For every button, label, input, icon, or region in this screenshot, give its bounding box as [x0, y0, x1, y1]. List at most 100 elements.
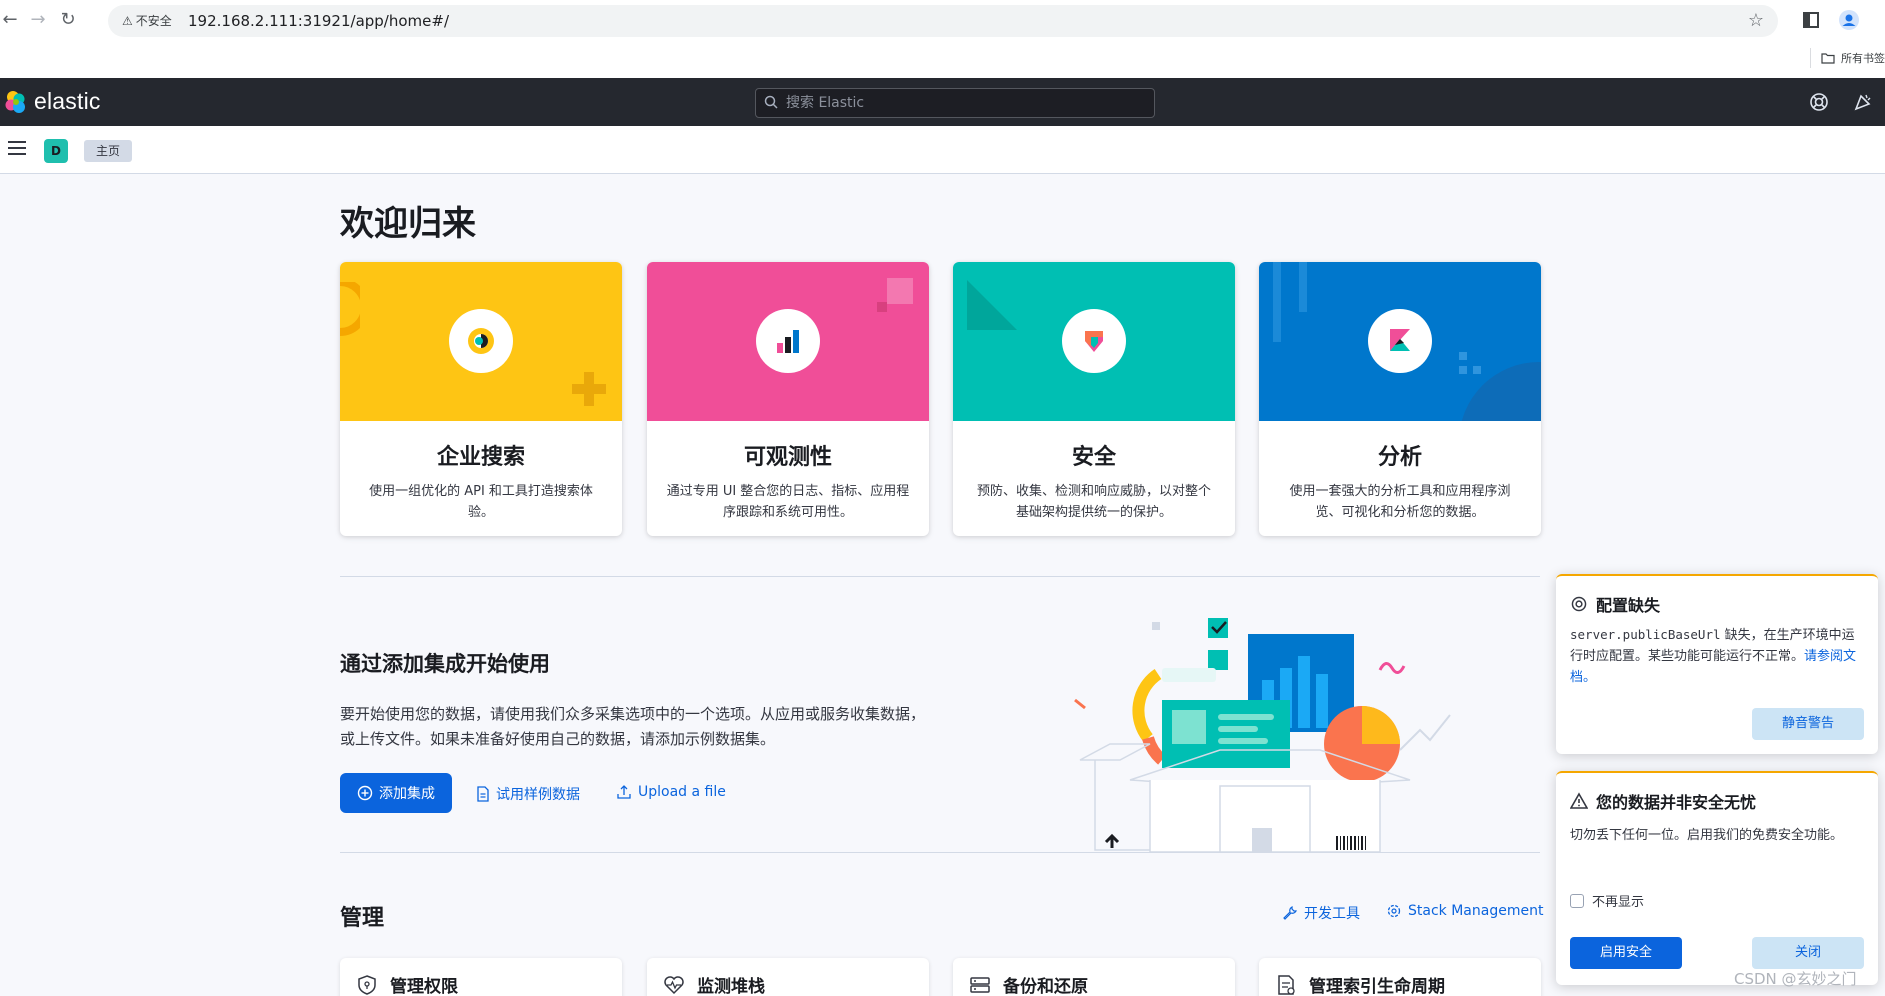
search-input[interactable] — [786, 89, 1146, 117]
breadcrumb-bar: D 主页 — [0, 126, 1885, 174]
shield-icon — [358, 974, 376, 995]
plus-decoration-icon — [572, 372, 606, 406]
checkbox-label: 不再显示 — [1592, 895, 1645, 910]
warning-icon: ⚠ — [122, 14, 133, 28]
mute-warning-button[interactable]: 静音警告 — [1752, 708, 1864, 740]
stack-management-label: Stack Management — [1408, 903, 1544, 919]
stack-management-link[interactable]: Stack Management — [1386, 903, 1543, 919]
reload-icon[interactable]: ↻ — [58, 10, 78, 30]
add-integrations-button[interactable]: 添加集成 — [340, 773, 452, 813]
solution-card-enterprise-search[interactable]: 企业搜索 使用一组优化的 API 和工具打造搜索体验。 — [340, 262, 622, 536]
upload-icon — [617, 785, 631, 799]
forward-icon[interactable]: → — [28, 10, 48, 30]
card-label: 备份和还原 — [1003, 977, 1088, 996]
sample-data-label: 试用样例数据 — [496, 787, 580, 803]
manage-permissions-card[interactable]: 管理权限 — [340, 958, 622, 996]
elastic-logo-icon — [5, 90, 25, 113]
bookmark-star-icon[interactable]: ☆ — [1748, 10, 1764, 31]
help-icon — [1571, 596, 1587, 612]
security-label: 不安全 — [135, 14, 172, 28]
solution-card-observability[interactable]: 可观测性 通过专用 UI 整合您的日志、指标、应用程序跟踪和系统可用性。 — [647, 262, 929, 536]
browser-toolbar: ← → ↻ ⚠ 不安全 192.168.2.111:31921/app/home… — [0, 0, 1885, 78]
kibana-icon — [1368, 309, 1432, 373]
card-banner — [953, 262, 1235, 421]
card-banner — [1259, 262, 1541, 421]
space-avatar[interactable]: D — [44, 139, 68, 163]
plus-circle-icon — [357, 785, 373, 801]
menu-toggle-icon[interactable] — [8, 141, 26, 157]
back-icon[interactable]: ← — [0, 10, 20, 30]
card-label: 监测堆栈 — [697, 977, 765, 996]
toast-message: 切勿丢下任何一位。启用我们的免费安全功能。 — [1570, 828, 1844, 843]
toast-body: server.publicBaseUrl 缺失，在生产环境中运行时应配置。某些功… — [1570, 624, 1866, 688]
news-feed-icon[interactable] — [1852, 91, 1874, 113]
gear-icon — [1387, 904, 1401, 918]
config-key: server.publicBaseUrl — [1570, 627, 1721, 642]
sample-data-link[interactable]: 试用样例数据 — [476, 784, 580, 804]
elastic-logo-text: elastic — [34, 88, 101, 114]
integrations-illustration — [1074, 618, 1451, 853]
card-title: 企业搜索 — [436, 445, 525, 470]
toast-title: 您的数据并非安全无忧 — [1596, 793, 1757, 812]
url-text[interactable]: 192.168.2.111:31921/app/home#/ — [188, 12, 449, 30]
observability-icon — [756, 309, 820, 373]
upload-file-link[interactable]: Upload a file — [616, 784, 726, 800]
heartbeat-icon — [664, 975, 684, 994]
wrench-icon — [1283, 906, 1297, 920]
solution-card-security[interactable]: 安全 预防、收集、检测和响应威胁，以对整个基础架构提供统一的保护。 — [953, 262, 1235, 536]
banner-decoration — [1459, 352, 1541, 421]
checkbox-box[interactable] — [1570, 893, 1584, 908]
management-title: 管理 — [340, 906, 385, 931]
watermark: CSDN @玄妙之门 — [1734, 970, 1857, 988]
card-description: 预防、收集、检测和响应威胁，以对整个基础架构提供统一的保护。 — [976, 484, 1211, 520]
close-toast-button[interactable]: 关闭 — [1752, 937, 1864, 969]
card-description: 使用一组优化的 API 和工具打造搜索体验。 — [369, 484, 593, 520]
page-title: 欢迎归来 — [340, 204, 476, 244]
toast-title: 配置缺失 — [1596, 596, 1661, 615]
banner-decoration — [887, 278, 913, 304]
card-banner — [647, 262, 929, 421]
card-title: 安全 — [1071, 445, 1116, 470]
address-bar[interactable]: ⚠ 不安全 192.168.2.111:31921/app/home#/ ☆ — [108, 5, 1778, 37]
dev-tools-link[interactable]: 开发工具 — [1282, 903, 1360, 923]
security-warning-toast: 您的数据并非安全无忧 切勿丢下任何一位。启用我们的免费安全功能。 不再显示 启用… — [1556, 771, 1878, 985]
side-panel-icon[interactable] — [1800, 9, 1822, 31]
card-banner — [340, 262, 622, 421]
help-icon[interactable] — [1808, 91, 1830, 113]
ingest-description: 要开始使用您的数据，请使用我们众多采集选项中的一个选项。从应用或服务收集数据，或… — [340, 705, 926, 748]
document-icon — [477, 786, 489, 802]
card-label: 管理权限 — [390, 977, 458, 996]
security-icon — [1062, 309, 1126, 373]
breadcrumb-home: 主页 — [84, 140, 133, 162]
upload-file-label: Upload a file — [638, 784, 726, 800]
warning-icon — [1570, 792, 1588, 809]
add-integrations-label: 添加集成 — [379, 786, 435, 802]
banner-decoration — [1299, 262, 1307, 312]
dev-tools-label: 开发工具 — [1304, 906, 1360, 922]
banner-decoration — [877, 302, 887, 312]
backup-restore-card[interactable]: 备份和还原 — [953, 958, 1235, 996]
section-divider — [340, 852, 1540, 853]
global-search[interactable] — [755, 88, 1155, 118]
config-missing-toast: 配置缺失 server.publicBaseUrl 缺失，在生产环境中运行时应配… — [1556, 574, 1878, 754]
profile-icon[interactable] — [1838, 9, 1860, 31]
card-title: 分析 — [1377, 445, 1422, 470]
index-lifecycle-icon — [1278, 974, 1295, 995]
elastic-logo[interactable]: elastic — [4, 88, 101, 115]
enable-security-button[interactable]: 启用安全 — [1570, 937, 1682, 969]
bookmarks-label: 所有书签 — [1841, 52, 1885, 65]
all-bookmarks[interactable]: 所有书签 — [1810, 48, 1885, 68]
solution-card-analytics[interactable]: 分析 使用一套强大的分析工具和应用程序浏览、可视化和分析您的数据。 — [1259, 262, 1541, 536]
monitor-stack-card[interactable]: 监测堆栈 — [647, 958, 929, 996]
enterprise-search-icon — [449, 309, 513, 373]
banner-decoration — [967, 280, 1017, 330]
card-label: 管理索引生命周期 — [1309, 977, 1445, 996]
search-icon — [764, 95, 778, 109]
index-lifecycle-card[interactable]: 管理索引生命周期 — [1259, 958, 1541, 996]
dont-show-again-checkbox[interactable]: 不再显示 — [1570, 891, 1644, 910]
section-divider — [340, 576, 1540, 577]
storage-icon — [970, 976, 990, 993]
banner-decoration — [1273, 262, 1281, 342]
security-chip[interactable]: ⚠ 不安全 — [116, 11, 178, 31]
kibana-header: elastic — [0, 78, 1885, 126]
